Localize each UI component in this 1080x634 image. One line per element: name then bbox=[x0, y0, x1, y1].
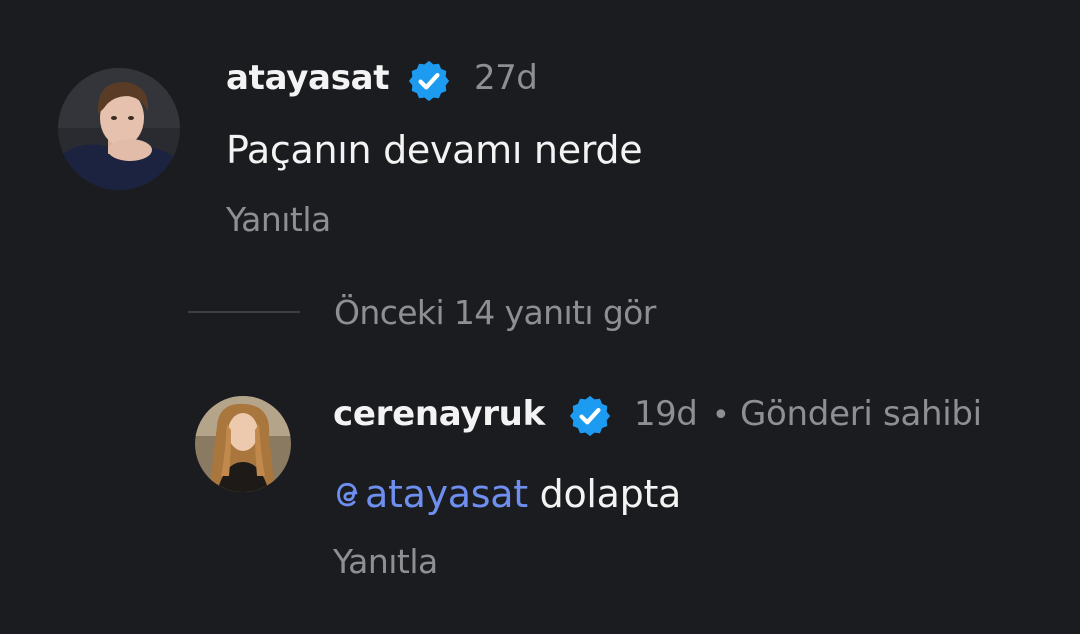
threads-mention-icon bbox=[337, 482, 358, 507]
view-previous-replies-button[interactable]: Önceki 14 yanıtı gör bbox=[334, 293, 656, 332]
reply-text: atayasat dolapta bbox=[333, 472, 681, 516]
mention-username[interactable]: atayasat bbox=[365, 472, 528, 516]
comment-text: Paçanın devamı nerde bbox=[226, 128, 643, 172]
avatar-atayasat[interactable] bbox=[58, 68, 180, 190]
reply-text-body: dolapta bbox=[527, 472, 682, 516]
comment-timestamp: 27d bbox=[474, 58, 538, 98]
reply-button[interactable]: Yanıtla bbox=[333, 542, 438, 581]
mention-link[interactable]: atayasat bbox=[333, 472, 528, 516]
thread-divider bbox=[188, 311, 300, 313]
verified-badge-icon bbox=[569, 395, 611, 437]
author-badge: Gönderi sahibi bbox=[740, 394, 982, 434]
reply-timestamp: 19d bbox=[634, 394, 698, 434]
avatar-cerenayruk[interactable] bbox=[195, 396, 291, 492]
comment-username[interactable]: atayasat bbox=[226, 58, 390, 98]
reply-username[interactable]: cerenayruk bbox=[333, 394, 545, 434]
meta-separator: • bbox=[712, 398, 730, 433]
verified-badge-icon bbox=[408, 60, 450, 102]
reply-button[interactable]: Yanıtla bbox=[226, 200, 331, 239]
